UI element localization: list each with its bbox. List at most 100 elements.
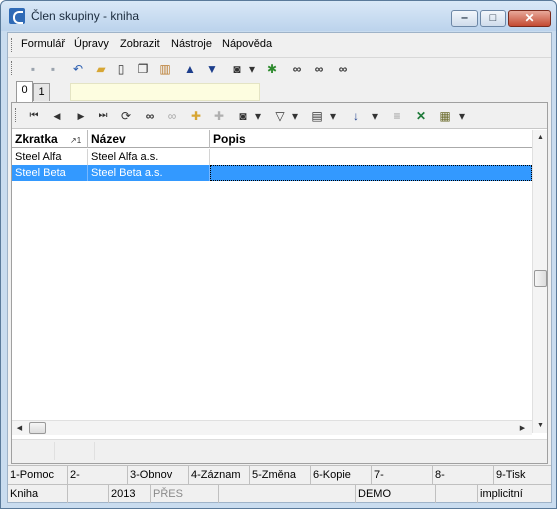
binoculars-icon[interactable]: ∞: [289, 61, 305, 77]
scroll-down-icon[interactable]: ▼: [533, 418, 548, 433]
client-area: Formulář Úpravy Zobrazit Nástroje Nápově…: [7, 32, 552, 503]
summary-cell: [55, 442, 95, 460]
scroll-left-icon[interactable]: ◀: [12, 421, 27, 436]
open-folder-icon[interactable]: ▰: [93, 61, 109, 77]
report-dropdown-icon[interactable]: ▾: [457, 108, 467, 124]
summary-cell: [12, 442, 55, 460]
note-strip: [70, 83, 260, 101]
cell-popis[interactable]: [210, 165, 532, 181]
toolbar-grip[interactable]: [11, 61, 14, 75]
sort-az-icon[interactable]: ↓: [348, 108, 364, 124]
last-record-icon[interactable]: ⏭: [95, 108, 111, 124]
menu-formular[interactable]: Formulář: [21, 38, 65, 50]
cell-popis[interactable]: [210, 149, 532, 165]
tree-list-icon[interactable]: ≡: [389, 108, 405, 124]
fkey-8[interactable]: 8-: [433, 466, 494, 484]
cell-zkratka[interactable]: Steel Alfa: [12, 149, 88, 165]
fkey-3-refresh[interactable]: 3-Obnov: [128, 466, 189, 484]
status-overwrite-mode: PŘES: [151, 485, 219, 503]
column-header-nazev[interactable]: Název: [88, 130, 210, 148]
add-bookmark-icon[interactable]: ✚: [188, 108, 204, 124]
window-title: Člen skupiny - kniha: [31, 9, 140, 23]
fkey-9-print[interactable]: 9-Tisk: [494, 466, 551, 484]
bookmark-disabled-icon[interactable]: ✚: [211, 108, 227, 124]
table-row-selected[interactable]: Steel Beta Steel Beta a.s.: [12, 165, 532, 181]
filter-binoculars-icon[interactable]: ✱: [264, 61, 280, 77]
undo-icon[interactable]: ↶: [70, 61, 86, 77]
grid-camera-dropdown-icon[interactable]: ▾: [253, 108, 263, 124]
fkey-6-copy[interactable]: 6-Kopie: [311, 466, 372, 484]
cell-nazev[interactable]: Steel Alfa a.s.: [88, 149, 210, 165]
new-document-icon[interactable]: ▯: [113, 61, 129, 77]
close-icon: ✕: [524, 11, 535, 25]
app-window: Člen skupiny - kniha ‒ □ ✕ Formulář Úpra…: [0, 0, 557, 509]
main-toolbar: ▪ ▪ ↶ ▰ ▯ ❐ ▥ ▲ ▼ ◙ ▾ ✱ ∞ ∞ ∞: [8, 57, 551, 79]
close-button[interactable]: ✕: [508, 10, 551, 27]
scroll-right-icon[interactable]: ▶: [515, 421, 530, 436]
grid-toolbar-grip[interactable]: [15, 108, 18, 122]
menu-bar: Formulář Úpravy Zobrazit Nástroje Nápově…: [8, 33, 551, 55]
table-row[interactable]: Steel Alfa Steel Alfa a.s.: [12, 149, 532, 165]
first-record-icon[interactable]: ⏮: [26, 108, 42, 124]
status-empty: [436, 485, 478, 503]
previous-record-icon[interactable]: ◀: [49, 108, 65, 124]
next-record-icon[interactable]: ▶: [73, 108, 89, 124]
menu-zobrazit[interactable]: Zobrazit: [120, 38, 160, 50]
menu-napoveda[interactable]: Nápověda: [222, 38, 272, 50]
horizontal-scroll-thumb[interactable]: [29, 422, 46, 434]
title-bar[interactable]: Člen skupiny - kniha ‒ □ ✕: [1, 1, 556, 31]
status-year: 2013: [109, 485, 151, 503]
menu-grip[interactable]: [11, 38, 14, 52]
filter-icon[interactable]: ▽: [272, 108, 288, 124]
scroll-up-icon[interactable]: ▲: [533, 130, 548, 145]
fkey-4-record[interactable]: 4-Záznam: [189, 466, 250, 484]
grid-header: Zkratka ↗1 Název Popis: [12, 130, 532, 148]
find-icon[interactable]: ∞: [142, 108, 158, 124]
save-close-icon[interactable]: ▪: [45, 61, 61, 77]
menu-upravy[interactable]: Úpravy: [74, 38, 109, 50]
fkey-1-help[interactable]: 1-Pomoc: [8, 466, 68, 484]
column-header-zkratka[interactable]: Zkratka ↗1: [12, 130, 88, 148]
cell-nazev[interactable]: Steel Beta a.s.: [88, 165, 210, 181]
horizontal-scrollbar[interactable]: ◀ ▶: [12, 420, 532, 435]
fkey-7[interactable]: 7-: [372, 466, 433, 484]
status-profile: implicitní: [480, 488, 523, 500]
copy-icon[interactable]: ❐: [135, 61, 151, 77]
tab-strip: 0 1: [8, 81, 551, 103]
binoculars-previous-icon[interactable]: ∞: [335, 61, 351, 77]
grid-panel: ⏮ ◀ ▶ ⏭ ⟳ ∞ ∞ ✚ ✚ ◙ ▾ ▽ ▾ ▤ ▾ ↓ ▾ ≡ ✕ ▦: [11, 102, 548, 464]
sort-ascending-icon: ↗1: [70, 136, 82, 145]
tab-1[interactable]: 1: [33, 83, 50, 101]
column-header-label: Zkratka: [15, 132, 58, 146]
find-disabled-icon[interactable]: ∞: [164, 108, 180, 124]
sort-dropdown-icon[interactable]: ▾: [370, 108, 380, 124]
save-icon[interactable]: ▪: [25, 61, 41, 77]
status-module: Kniha: [8, 485, 68, 503]
columns-icon[interactable]: ▤: [309, 108, 325, 124]
report-icon[interactable]: ▦: [437, 108, 453, 124]
export-excel-icon[interactable]: ✕: [413, 108, 429, 124]
binoculars-next-icon[interactable]: ∞: [311, 61, 327, 77]
cell-zkratka[interactable]: Steel Beta: [12, 165, 88, 181]
grid-camera-icon[interactable]: ◙: [235, 108, 251, 124]
grid-toolbar: ⏮ ◀ ▶ ⏭ ⟳ ∞ ∞ ✚ ✚ ◙ ▾ ▽ ▾ ▤ ▾ ↓ ▾ ≡ ✕ ▦: [12, 103, 547, 129]
tab-0[interactable]: 0: [16, 81, 33, 102]
filter-dropdown-icon[interactable]: ▾: [290, 108, 300, 124]
refresh-icon[interactable]: ⟳: [118, 108, 134, 124]
vertical-scroll-thumb[interactable]: [534, 270, 547, 287]
maximize-button[interactable]: □: [480, 10, 506, 27]
column-header-popis[interactable]: Popis: [210, 130, 532, 148]
columns-dropdown-icon[interactable]: ▾: [328, 108, 338, 124]
status-bar: Kniha 2013 PŘES DEMO implicitní: [8, 484, 551, 503]
minimize-button[interactable]: ‒: [451, 10, 478, 27]
camera-dropdown-icon[interactable]: ▾: [247, 61, 257, 77]
app-logo-icon: [9, 8, 25, 24]
menu-nastroje[interactable]: Nástroje: [171, 38, 212, 50]
vertical-scrollbar[interactable]: ▲ ▼: [532, 130, 547, 433]
book-icon[interactable]: ▥: [157, 61, 173, 77]
arrow-up-icon[interactable]: ▲: [182, 61, 198, 77]
camera-icon[interactable]: ◙: [229, 61, 245, 77]
arrow-down-icon[interactable]: ▼: [204, 61, 220, 77]
fkey-2[interactable]: 2-: [68, 466, 128, 484]
fkey-5-change[interactable]: 5-Změna: [250, 466, 311, 484]
